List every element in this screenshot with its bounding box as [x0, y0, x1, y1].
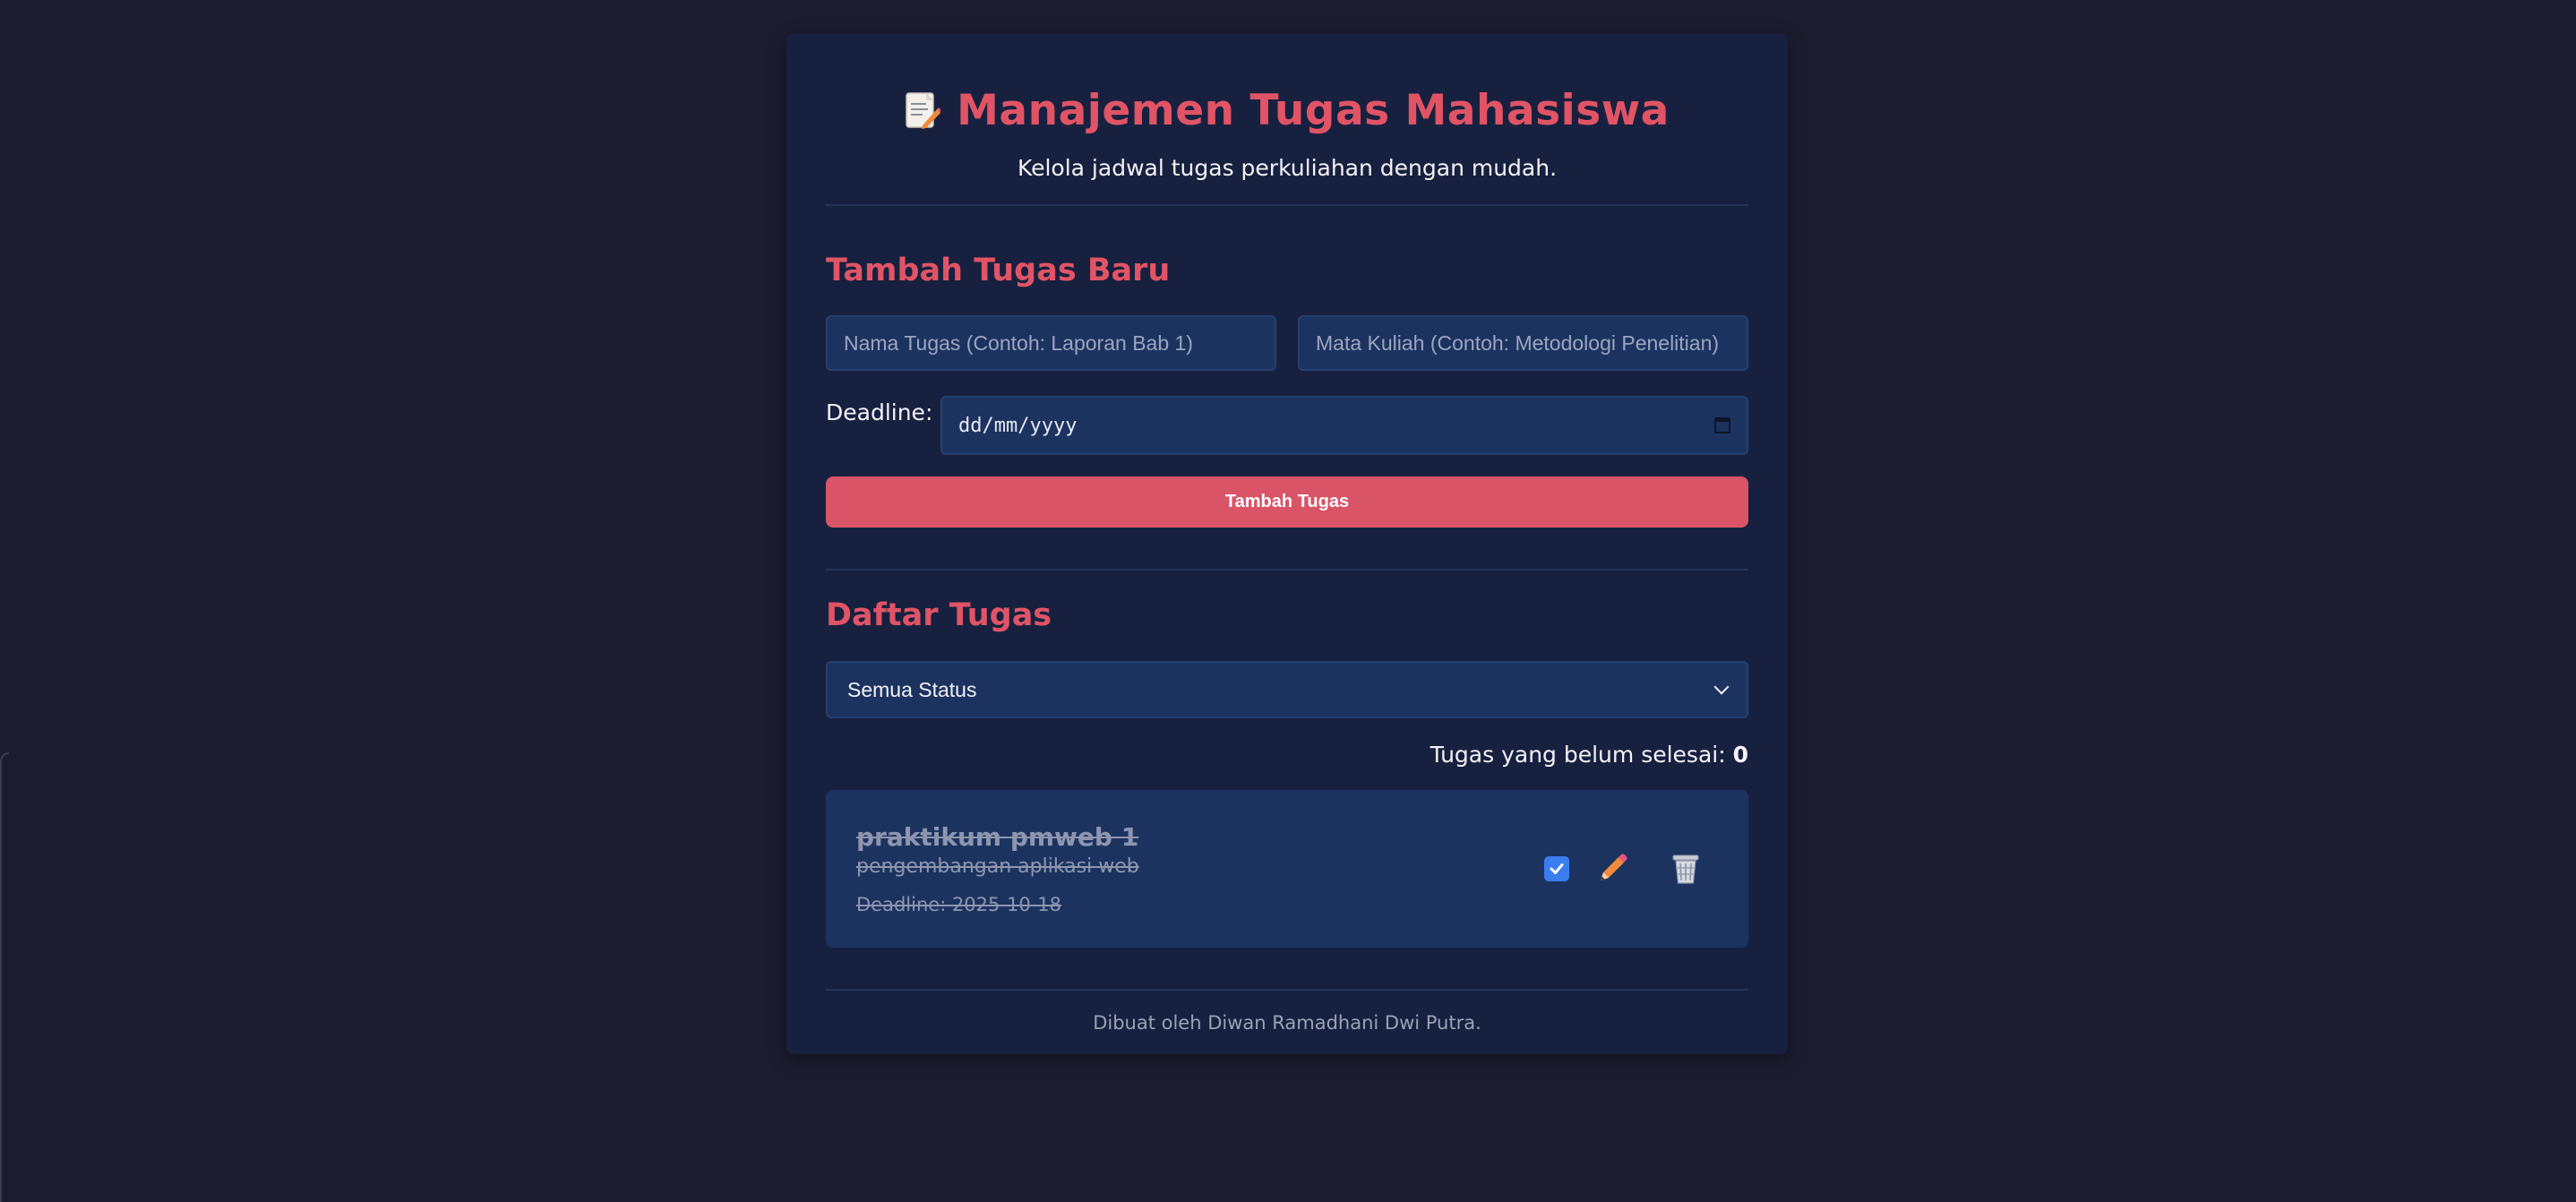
date-value: dd/mm/yyyy — [958, 414, 1078, 437]
divider — [826, 204, 1748, 206]
task-item: praktikum pmweb 1 pengembangan aplikasi … — [826, 790, 1748, 948]
task-list-heading: Daftar Tugas — [826, 597, 1052, 633]
task-details: praktikum pmweb 1 pengembangan aplikasi … — [856, 822, 1139, 915]
course-input[interactable] — [1298, 315, 1748, 371]
task-name: praktikum pmweb 1 — [856, 822, 1139, 852]
pending-counter-value: 0 — [1732, 742, 1748, 768]
pending-counter: Tugas yang belum selesai: 0 — [826, 742, 1748, 772]
pending-counter-label: Tugas yang belum selesai: — [1430, 742, 1726, 768]
pencil-icon[interactable] — [1594, 851, 1630, 887]
divider — [826, 989, 1748, 991]
window-edge — [0, 752, 9, 1202]
deadline-label: Deadline: — [826, 399, 933, 425]
footer-credit: Dibuat oleh Diwan Ramadhani Dwi Putra. — [1093, 1012, 1481, 1034]
deadline-row: Deadline: dd/mm/yyyy — [826, 396, 1748, 455]
page-subtitle: Kelola jadwal tugas perkuliahan dengan m… — [1017, 155, 1558, 181]
task-deadline: Deadline: 2025-10-18 — [856, 894, 1061, 915]
app-container: Manajemen Tugas Mahasiswa Kelola jadwal … — [786, 33, 1788, 1054]
calendar-icon[interactable] — [1714, 417, 1730, 434]
page-title: Manajemen Tugas Mahasiswa — [957, 85, 1670, 135]
trash-icon[interactable] — [1668, 851, 1704, 887]
memo-icon — [905, 90, 943, 131]
task-actions — [1544, 851, 1704, 887]
title-row: Manajemen Tugas Mahasiswa — [826, 76, 1748, 144]
app-header: Manajemen Tugas Mahasiswa Kelola jadwal … — [826, 33, 1748, 181]
task-name-input[interactable] — [826, 315, 1276, 371]
task-course: pengembangan aplikasi web — [856, 855, 1139, 878]
status-filter-select[interactable]: Semua Status — [826, 661, 1748, 718]
task-done-checkbox[interactable] — [1544, 856, 1569, 881]
chevron-down-icon — [1713, 679, 1730, 695]
add-task-button[interactable]: Tambah Tugas — [826, 477, 1748, 528]
divider — [826, 569, 1748, 571]
add-task-heading: Tambah Tugas Baru — [826, 253, 1171, 288]
add-task-inputs — [826, 315, 1748, 371]
status-filter-value: Semua Status — [847, 677, 977, 701]
deadline-date-input[interactable]: dd/mm/yyyy — [940, 396, 1748, 455]
